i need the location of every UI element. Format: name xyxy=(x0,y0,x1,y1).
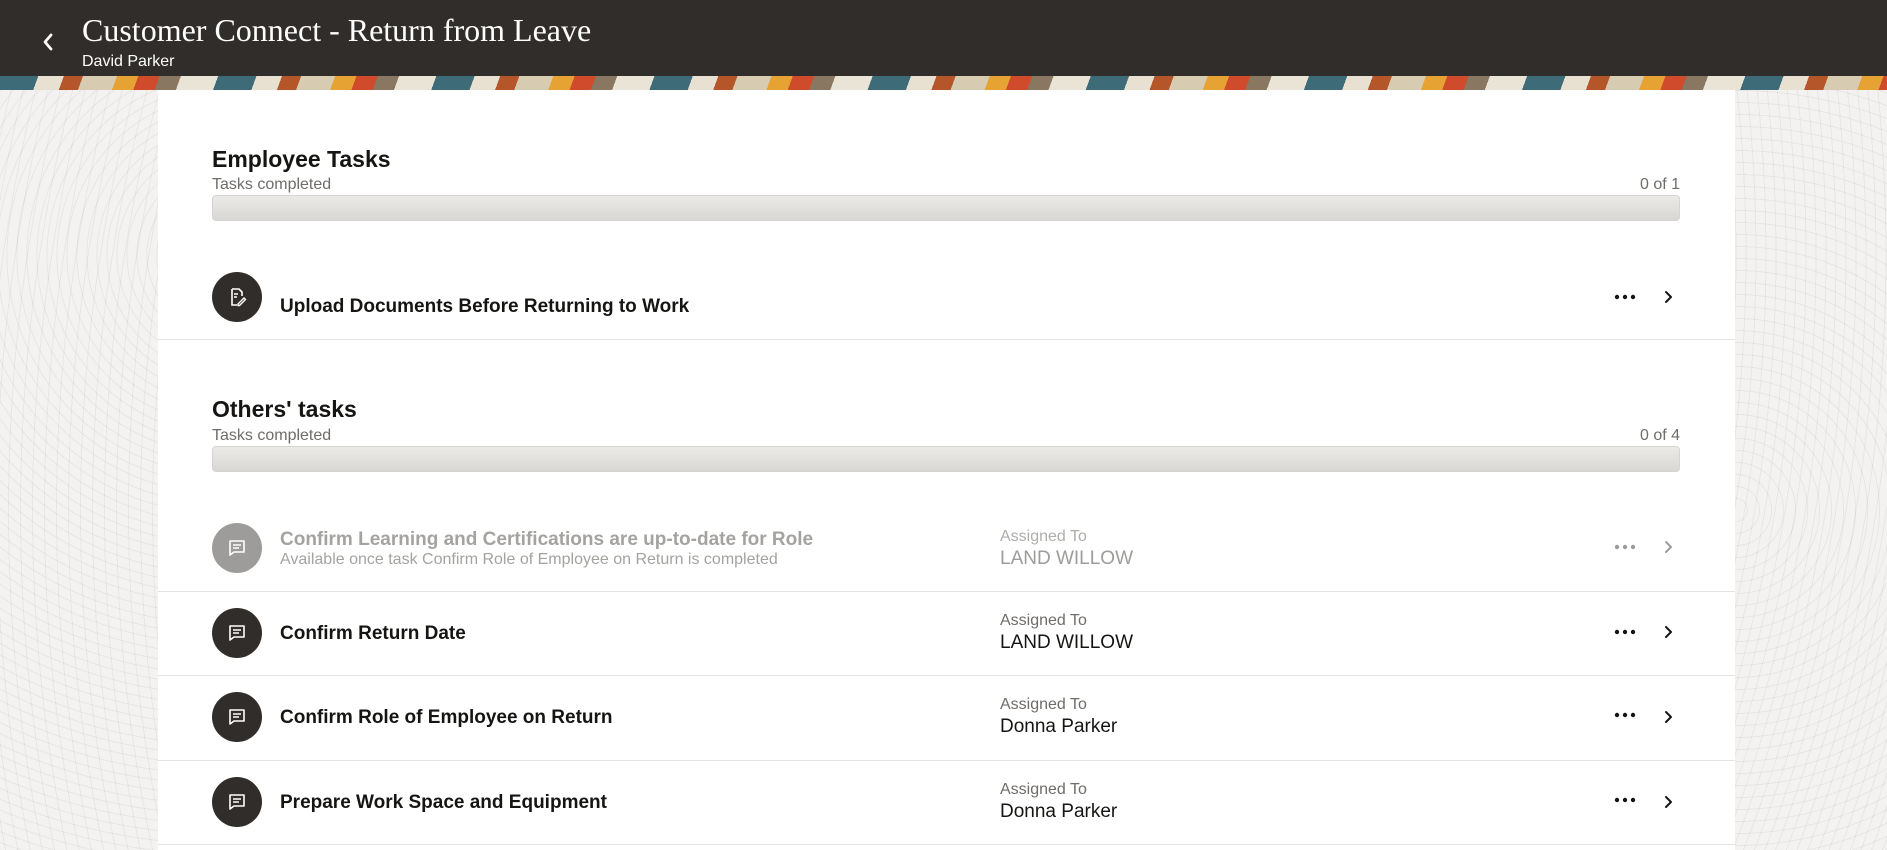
chevron-right-icon xyxy=(1665,711,1672,723)
ellipsis-icon xyxy=(1614,629,1636,635)
assigned-to-label: Assigned To xyxy=(1000,696,1087,713)
page-header: Customer Connect - Return from Leave Dav… xyxy=(0,0,1887,76)
progress-count: 0 of 1 xyxy=(1639,176,1680,193)
open-task-button[interactable] xyxy=(1656,787,1680,817)
task-row[interactable]: Prepare Work Space and Equipment Assigne… xyxy=(158,761,1735,845)
chat-icon xyxy=(229,540,245,556)
chevron-right-icon xyxy=(1665,796,1672,808)
open-task-button xyxy=(1656,532,1680,562)
task-title[interactable]: Prepare Work Space and Equipment xyxy=(280,792,607,814)
assigned-to-label: Assigned To xyxy=(1000,781,1087,798)
assigned-to-value: LAND WILLOW xyxy=(1000,548,1134,569)
chat-icon xyxy=(229,625,245,641)
open-task-button[interactable] xyxy=(1656,617,1680,647)
open-task-button[interactable] xyxy=(1656,282,1680,312)
task-icon-circle xyxy=(212,523,262,573)
more-actions-button[interactable] xyxy=(1608,785,1642,815)
task-title: Confirm Learning and Certifications are … xyxy=(280,529,814,550)
more-actions-button[interactable] xyxy=(1608,617,1642,647)
chevron-right-icon xyxy=(1665,541,1672,553)
chat-icon xyxy=(229,794,245,810)
assigned-to-value: Donna Parker xyxy=(1000,716,1118,737)
open-task-button[interactable] xyxy=(1656,702,1680,732)
task-icon-circle xyxy=(212,692,262,742)
task-icon-circle xyxy=(212,608,262,658)
header-banner-pattern xyxy=(0,76,1887,90)
task-row[interactable]: Confirm Role of Employee on Return Assig… xyxy=(158,676,1735,761)
task-title[interactable]: Confirm Return Date xyxy=(280,623,466,645)
chevron-right-icon xyxy=(1665,626,1672,638)
more-actions-button xyxy=(1608,532,1642,562)
more-actions-button[interactable] xyxy=(1608,700,1642,730)
progress-count: 0 of 4 xyxy=(1639,427,1680,444)
section-title-others-tasks: Others' tasks xyxy=(212,396,357,422)
task-icon-circle xyxy=(212,272,262,322)
task-row[interactable]: Upload Documents Before Returning to Wor… xyxy=(158,260,1735,340)
chevron-left-icon xyxy=(43,33,53,51)
task-row[interactable]: Confirm Return Date Assigned To LAND WIL… xyxy=(158,592,1735,676)
section-title-employee-tasks: Employee Tasks xyxy=(212,146,391,172)
back-button[interactable] xyxy=(28,22,68,62)
document-edit-icon xyxy=(231,288,247,307)
progress-bar xyxy=(212,195,1680,221)
task-icon-circle xyxy=(212,777,262,827)
chevron-right-icon xyxy=(1665,291,1672,303)
page-subtitle: David Parker xyxy=(82,53,175,70)
assigned-to-label: Assigned To xyxy=(1000,612,1087,629)
chat-icon xyxy=(229,709,245,725)
more-actions-button[interactable] xyxy=(1608,282,1642,312)
assigned-to-value: Donna Parker xyxy=(1000,801,1118,822)
ellipsis-icon xyxy=(1614,797,1636,803)
ellipsis-icon xyxy=(1614,294,1636,300)
page-title: Customer Connect - Return from Leave xyxy=(82,12,592,48)
ellipsis-icon xyxy=(1614,712,1636,718)
task-availability-note: Available once task Confirm Role of Empl… xyxy=(280,551,778,568)
progress-bar xyxy=(212,446,1680,472)
progress-label: Tasks completed xyxy=(212,427,332,444)
assigned-to-label: Assigned To xyxy=(1000,528,1087,545)
task-row: Confirm Learning and Certifications are … xyxy=(158,508,1735,592)
progress-label: Tasks completed xyxy=(212,176,332,193)
task-panel: Employee Tasks Tasks completed 0 of 1 Up… xyxy=(158,90,1735,850)
task-title[interactable]: Upload Documents Before Returning to Wor… xyxy=(280,296,689,318)
assigned-to-value: LAND WILLOW xyxy=(1000,632,1134,653)
ellipsis-icon xyxy=(1614,544,1636,550)
task-title[interactable]: Confirm Role of Employee on Return xyxy=(280,707,613,729)
